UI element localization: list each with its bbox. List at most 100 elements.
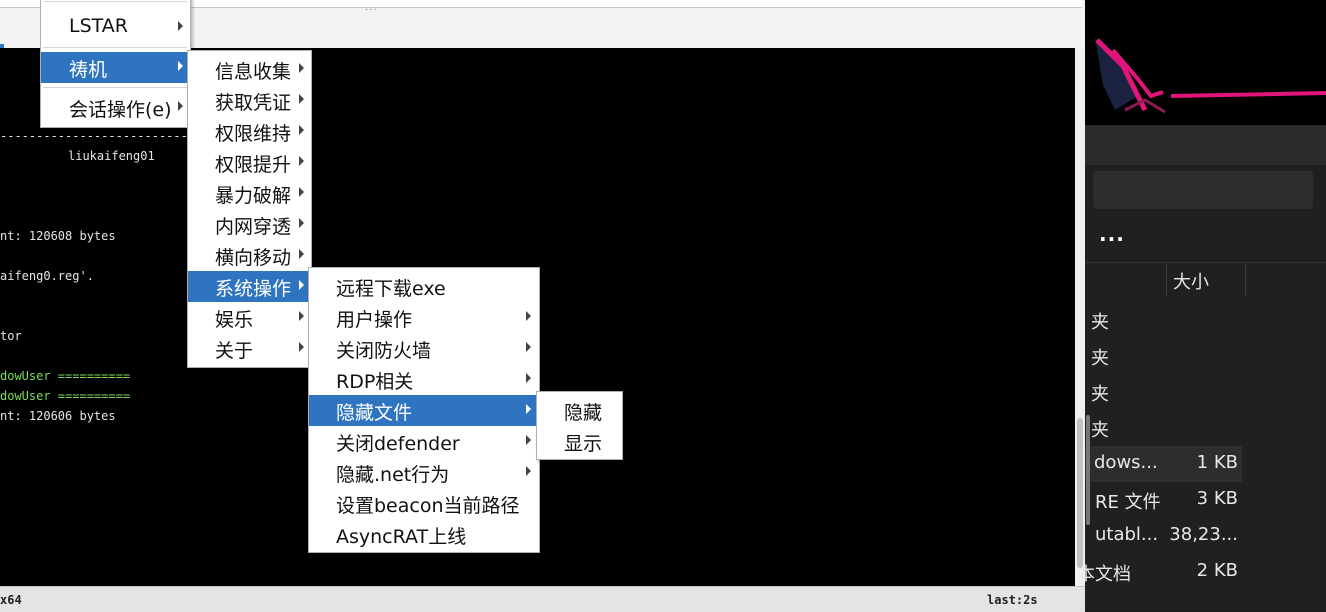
menu-item-hide[interactable]: 隐藏	[537, 395, 622, 426]
menu-item-system-ops[interactable]: 系统操作	[188, 271, 311, 302]
submenu-arrow-icon	[526, 435, 531, 445]
status-arch: x64	[0, 593, 22, 607]
file-row[interactable]: utabl... 38,23...	[1085, 518, 1326, 554]
menu-item-disable-defender[interactable]: 关闭defender	[309, 426, 539, 457]
file-row[interactable]: 夹	[1085, 410, 1326, 446]
menu-item-brute-force[interactable]: 暴力破解	[188, 178, 311, 209]
menu-item-hide-dotnet[interactable]: 隐藏.net行为	[309, 457, 539, 488]
explorer-scrollbar[interactable]	[1086, 415, 1090, 525]
menu-item-label: 系统操作	[215, 278, 292, 300]
menu-item-label: 会话操作(e)	[69, 99, 172, 121]
file-name: 夹	[1091, 384, 1109, 405]
status-bar: x64 last:2s	[0, 586, 1085, 612]
file-name: RE 文件	[1095, 492, 1161, 513]
menu-item-label: 信息收集	[215, 61, 292, 83]
menu-item-persistence[interactable]: 权限维持	[188, 116, 311, 147]
menu-item-label: 用户操作	[336, 309, 413, 331]
file-row[interactable]: 夹	[1085, 338, 1326, 374]
menu-item-user-ops[interactable]: 用户操作	[309, 302, 539, 333]
menu-item-label: 隐藏文件	[336, 402, 413, 424]
file-size: 2 KB	[1196, 560, 1238, 581]
context-submenu-3: 隐藏 显示	[536, 391, 623, 460]
column-separator[interactable]	[1166, 263, 1167, 297]
menu-item-label: 内网穿透	[215, 216, 292, 238]
file-name: dows...	[1094, 452, 1158, 473]
menu-item-label: 权限维持	[215, 123, 292, 145]
menu-item-label: RDP相关	[336, 371, 414, 393]
console-line: dowUser ==========	[0, 389, 131, 403]
menu-item-get-credentials[interactable]: 获取凭证	[188, 85, 311, 116]
submenu-arrow-icon	[299, 125, 304, 135]
console-line: nt: 120608 bytes	[0, 229, 116, 243]
menu-item-remote-download-exe[interactable]: 远程下载exe	[309, 271, 539, 302]
console-line: liukaifeng01	[68, 149, 155, 163]
file-row[interactable]: RE 文件 3 KB	[1085, 482, 1326, 518]
menu-item-rdp[interactable]: RDP相关	[309, 364, 539, 395]
menu-item-info-collect[interactable]: 信息收集	[188, 54, 311, 85]
explorer-toolbar	[1085, 125, 1326, 165]
wallpaper-graphic	[1085, 0, 1326, 125]
file-name: 夹	[1091, 348, 1109, 369]
menu-item-label: 隐藏	[564, 402, 603, 424]
file-name: utabl...	[1095, 524, 1159, 545]
submenu-arrow-icon	[299, 280, 304, 290]
submenu-arrow-icon	[178, 61, 183, 71]
menu-item-show[interactable]: 显示	[537, 426, 622, 457]
scrollbar-thumb[interactable]	[1077, 418, 1083, 568]
context-submenu-1: 信息收集 获取凭证 权限维持 权限提升 暴力破解 内网穿透 横向移动 系统操作 …	[187, 50, 312, 368]
console-line: dowUser ==========	[0, 369, 131, 383]
menu-item-privilege-escalation[interactable]: 权限提升	[188, 147, 311, 178]
menu-item-label: 关闭防火墙	[336, 340, 432, 362]
menu-item-label: 横向移动	[215, 247, 292, 269]
menu-item-disable-firewall[interactable]: 关闭防火墙	[309, 333, 539, 364]
file-row[interactable]: 夹	[1085, 374, 1326, 410]
console-line: tor	[0, 329, 22, 343]
menu-item-label: 获取凭证	[215, 92, 292, 114]
submenu-arrow-icon	[299, 218, 304, 228]
submenu-arrow-icon	[299, 342, 304, 352]
context-submenu-2: 远程下载exe 用户操作 关闭防火墙 RDP相关 隐藏文件 关闭defender…	[308, 267, 540, 553]
menu-item-label: 祷机	[69, 59, 108, 81]
file-row[interactable]: 本文档 2 KB	[1077, 554, 1326, 590]
address-box[interactable]	[1093, 171, 1313, 209]
menu-item-label: 娱乐	[215, 309, 254, 331]
file-name: 夹	[1091, 420, 1109, 441]
status-last-checkin: last:2s	[987, 593, 1038, 607]
split-grip[interactable]: ...	[365, 3, 378, 13]
file-row[interactable]: 夹	[1085, 302, 1326, 338]
menu-item-lateral-movement[interactable]: 横向移动	[188, 240, 311, 271]
menu-item-label: AsyncRAT上线	[336, 526, 467, 548]
menu-item-set-beacon-path[interactable]: 设置beacon当前路径	[309, 488, 539, 519]
submenu-arrow-icon	[299, 311, 304, 321]
menu-item-about[interactable]: 关于	[188, 333, 311, 364]
file-name: 夹	[1091, 312, 1109, 333]
submenu-arrow-icon	[526, 373, 531, 383]
submenu-arrow-icon	[526, 466, 531, 476]
column-separator[interactable]	[1245, 263, 1246, 297]
wallpaper-image	[1085, 0, 1326, 125]
submenu-arrow-icon	[178, 101, 183, 111]
menu-item-entertainment[interactable]: 娱乐	[188, 302, 311, 333]
menu-item-lstar[interactable]: LSTAR	[41, 12, 190, 43]
menu-item-session-ops[interactable]: 会话操作(e)	[41, 92, 190, 123]
menu-item-label: 暴力破解	[215, 185, 292, 207]
menu-separator	[43, 87, 187, 88]
menu-item-zhuji[interactable]: 祷机	[41, 52, 190, 83]
console-line: nt: 120606 bytes	[0, 409, 116, 423]
file-explorer-window: ... 大小 夹 夹 夹 夹 dows... 1 KB RE 文件 3 KB u…	[1077, 0, 1326, 611]
file-row-selected[interactable]: dows... 1 KB	[1085, 446, 1242, 482]
submenu-arrow-icon	[526, 342, 531, 352]
menu-item-label: 关闭defender	[336, 433, 460, 455]
console-scrollbar[interactable]	[1075, 48, 1085, 586]
menu-item-tunneling[interactable]: 内网穿透	[188, 209, 311, 240]
file-size: 38,23...	[1169, 524, 1238, 545]
column-header-row: 大小	[1085, 263, 1326, 297]
menu-item-asyncrat[interactable]: AsyncRAT上线	[309, 519, 539, 550]
menu-item-label: 权限提升	[215, 154, 292, 176]
column-header-size[interactable]: 大小	[1173, 268, 1209, 294]
menu-item-label: LSTAR	[69, 15, 128, 37]
file-size: 3 KB	[1196, 488, 1238, 509]
more-options-icon[interactable]: ...	[1099, 224, 1125, 244]
menu-item-hide-file[interactable]: 隐藏文件	[309, 395, 539, 426]
submenu-arrow-icon	[299, 249, 304, 259]
